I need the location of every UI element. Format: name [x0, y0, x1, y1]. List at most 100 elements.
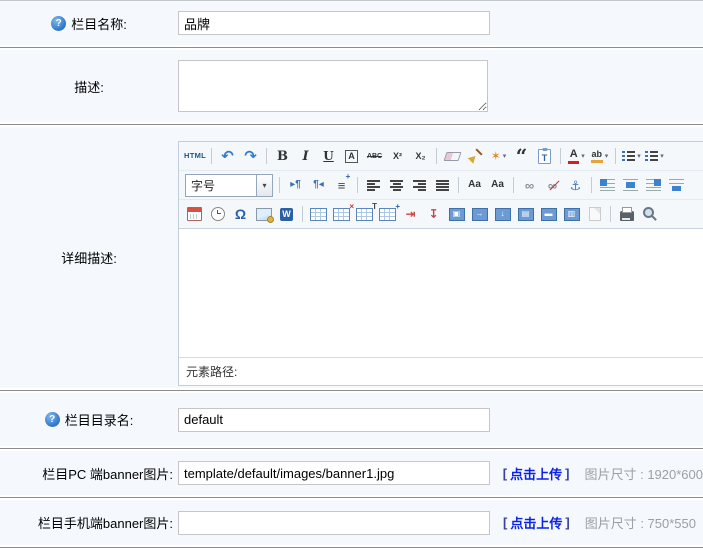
form-row-detail: 详细描述: HTML↶↷BIUAABCX²X₂✶▾“A▾ab▾▾▾字号▾▸¶¶◂…: [0, 127, 703, 388]
image-center-icon[interactable]: [666, 175, 687, 196]
font-color-icon[interactable]: A▾: [566, 146, 587, 167]
form-row-description: 描述:: [0, 50, 703, 122]
form-row-mobile-banner: 栏目手机端banner图片: [点击上传] 图片尺寸 : 750*550: [0, 500, 703, 545]
description-textarea[interactable]: [178, 60, 488, 112]
to-uppercase-icon[interactable]: Aa: [464, 175, 485, 196]
font-size-value: 字号: [186, 177, 256, 194]
delete-table-icon[interactable]: [331, 204, 352, 225]
image-inline-icon[interactable]: [620, 175, 641, 196]
delete-col-icon[interactable]: ↧: [423, 204, 444, 225]
row-separator: [0, 45, 703, 50]
row-separator: [0, 495, 703, 500]
blockquote-icon[interactable]: “: [511, 146, 532, 167]
superscript-icon[interactable]: X²: [387, 146, 408, 167]
table-title-icon[interactable]: [354, 204, 375, 225]
pc-banner-input[interactable]: [178, 461, 490, 485]
mobile-banner-input[interactable]: [178, 511, 490, 535]
source-code-button[interactable]: HTML: [184, 146, 206, 167]
row-separator: [0, 446, 703, 451]
italic-icon[interactable]: I: [295, 146, 316, 167]
rich-text-editor: HTML↶↷BIUAABCX²X₂✶▾“A▾ab▾▾▾字号▾▸¶¶◂≡AaAa∞…: [178, 141, 703, 386]
image-float-right-icon[interactable]: [643, 175, 664, 196]
insert-row-icon[interactable]: [377, 204, 398, 225]
toolbar-separator: [357, 177, 358, 193]
split-rows-icon[interactable]: ▬: [538, 204, 559, 225]
chevron-down-icon: ▾: [637, 152, 641, 160]
toolbar-separator: [279, 177, 280, 193]
chevron-down-icon: ▾: [581, 152, 585, 160]
row-separator: [0, 388, 703, 393]
screenshot-icon[interactable]: [253, 204, 274, 225]
toolbar-separator: [615, 148, 616, 164]
special-chars-icon[interactable]: Ω: [230, 204, 251, 225]
link-icon[interactable]: ∞: [519, 175, 540, 196]
split-cell-down-icon[interactable]: ↓: [492, 204, 513, 225]
mobile-banner-upload-wrap: [点击上传]: [500, 513, 573, 532]
editor-body[interactable]: [179, 229, 703, 357]
font-size-select[interactable]: 字号▾: [185, 174, 273, 197]
column-edit-form: ? 栏目名称: 描述: 详细描述: HTML ↶↷ BIUAABCX²X₂ ✶▾“ A▾…: [0, 0, 703, 545]
strikethrough-icon[interactable]: ABC: [364, 146, 385, 167]
toolbar-separator: [436, 148, 437, 164]
align-right-icon[interactable]: [409, 175, 430, 196]
insert-date-icon[interactable]: [184, 204, 205, 225]
underline-icon[interactable]: U: [318, 146, 339, 167]
print-icon[interactable]: [616, 204, 637, 225]
merge-cells-icon[interactable]: ▣: [446, 204, 467, 225]
bold-icon[interactable]: B: [272, 146, 293, 167]
highlight-color-icon[interactable]: ab▾: [589, 146, 610, 167]
chevron-down-icon: ▾: [605, 152, 609, 160]
toolbar-separator: [266, 148, 267, 164]
directory-input[interactable]: [178, 408, 490, 432]
row-separator: [0, 545, 703, 550]
clear-format-broom-icon[interactable]: [465, 146, 486, 167]
column-name-input[interactable]: [178, 11, 490, 35]
page-break-icon[interactable]: [584, 204, 605, 225]
chevron-down-icon: ▾: [256, 175, 272, 196]
insert-time-icon[interactable]: [207, 204, 228, 225]
unordered-list-icon[interactable]: ▾: [644, 146, 665, 167]
preview-icon[interactable]: [639, 204, 660, 225]
align-justify-icon[interactable]: [432, 175, 453, 196]
toolbar-separator: [610, 206, 611, 222]
anchor-icon[interactable]: ⚓: [565, 175, 586, 196]
eraser-icon[interactable]: [442, 146, 463, 167]
import-word-icon[interactable]: W: [276, 204, 297, 225]
auto-typeset-icon[interactable]: ✶▾: [488, 146, 509, 167]
pc-banner-size-hint: 图片尺寸 : 1920*600: [584, 464, 703, 483]
chevron-down-icon: ▾: [660, 152, 664, 160]
pc-banner-upload-link[interactable]: 点击上传: [510, 464, 562, 483]
split-cols-icon[interactable]: ▥: [561, 204, 582, 225]
help-icon[interactable]: ?: [45, 412, 60, 427]
paste-text-icon[interactable]: [534, 146, 555, 167]
indent-icon[interactable]: ▸¶: [285, 175, 306, 196]
align-center-icon[interactable]: [386, 175, 407, 196]
outdent-icon[interactable]: ¶◂: [308, 175, 329, 196]
directory-label-cell: ? 栏目目录名:: [0, 410, 178, 429]
pc-banner-label: 栏目PC 端banner图片:: [42, 464, 173, 483]
align-left-icon[interactable]: [363, 175, 384, 196]
unlink-icon[interactable]: ∞: [542, 175, 563, 196]
subscript-icon[interactable]: X₂: [410, 146, 431, 167]
detail-label-cell: 详细描述:: [0, 248, 178, 267]
image-float-left-icon[interactable]: [597, 175, 618, 196]
chevron-down-icon: ▾: [503, 152, 507, 160]
element-path-label: 元素路径:: [186, 363, 237, 380]
toolbar-separator: [458, 177, 459, 193]
table-header-icon[interactable]: ▤: [515, 204, 536, 225]
insert-table-icon[interactable]: [308, 204, 329, 225]
help-icon[interactable]: ?: [51, 16, 66, 31]
line-height-icon[interactable]: ≡: [331, 175, 352, 196]
to-lowercase-icon[interactable]: Aa: [487, 175, 508, 196]
description-label-cell: 描述:: [0, 77, 178, 96]
insert-col-icon[interactable]: ⇥: [400, 204, 421, 225]
font-border-icon[interactable]: A: [341, 146, 362, 167]
form-row-column-name: ? 栏目名称:: [0, 1, 703, 45]
toolbar-separator: [513, 177, 514, 193]
undo-icon[interactable]: ↶: [217, 146, 238, 167]
ordered-list-icon[interactable]: ▾: [621, 146, 642, 167]
mobile-banner-upload-link[interactable]: 点击上传: [510, 513, 562, 532]
split-cell-right-icon[interactable]: →: [469, 204, 490, 225]
bracket-open: [: [500, 466, 510, 481]
redo-icon[interactable]: ↷: [240, 146, 261, 167]
